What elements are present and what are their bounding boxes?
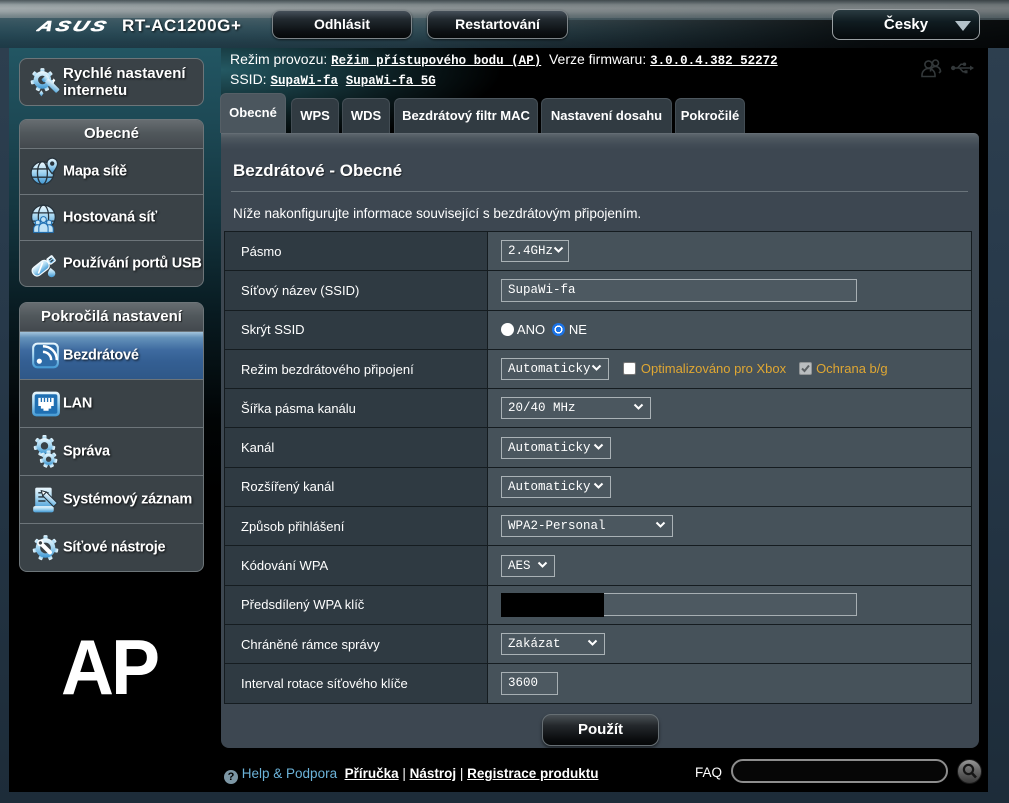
svg-text:ASUS: ASUS <box>36 19 112 33</box>
